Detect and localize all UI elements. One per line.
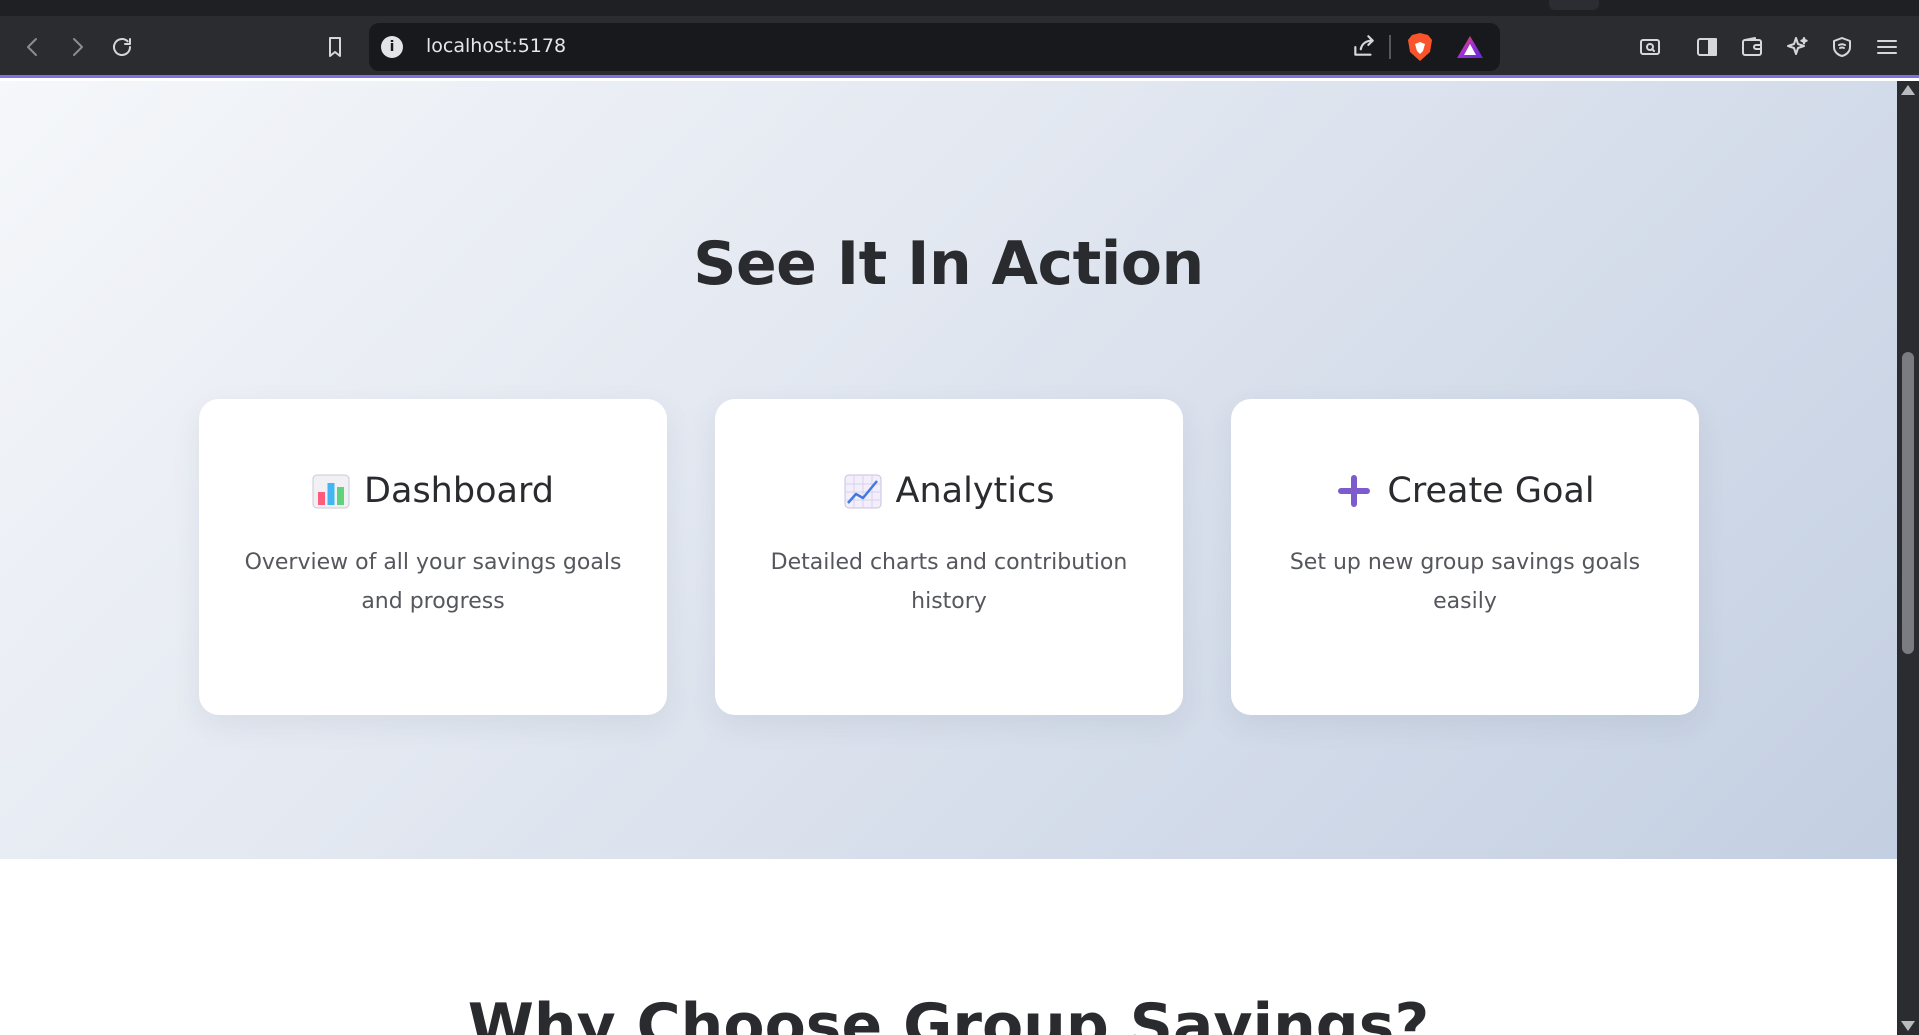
bookmark-icon[interactable] — [316, 28, 354, 66]
card-title: Dashboard — [364, 471, 554, 511]
share-icon[interactable] — [1351, 33, 1379, 61]
tab-strip — [0, 0, 1919, 16]
reader-mode-icon[interactable] — [1631, 28, 1669, 66]
why-choose-section-title: Why Choose Group Savings? — [467, 991, 1430, 1035]
bar-chart-emoji-icon — [312, 472, 350, 510]
forward-icon[interactable] — [58, 28, 96, 66]
card-heading: Dashboard — [199, 471, 667, 511]
scroll-down-arrow-icon[interactable] — [1901, 1021, 1915, 1031]
tab[interactable] — [1549, 0, 1599, 10]
back-icon[interactable] — [14, 28, 52, 66]
card-title: Analytics — [895, 471, 1055, 511]
brave-rewards-icon[interactable] — [1456, 34, 1484, 60]
scroll-up-arrow-icon[interactable] — [1901, 85, 1915, 95]
site-info-icon[interactable]: i — [381, 36, 403, 58]
page-viewport: See It In Action Dashboard Overview of a… — [0, 81, 1897, 1035]
card-title: Create Goal — [1387, 471, 1595, 511]
reload-icon[interactable] — [103, 28, 141, 66]
card-description: Detailed charts and contribution history — [770, 550, 1128, 614]
divider — [1389, 35, 1391, 59]
page-scrollbar[interactable] — [1897, 81, 1919, 1035]
card-heading: Create Goal — [1231, 471, 1699, 511]
card-description: Set up new group savings goals easily — [1289, 550, 1641, 614]
line-chart-emoji-icon — [844, 472, 882, 510]
scroll-thumb[interactable] — [1902, 352, 1914, 654]
analytics-card: Analytics Detailed charts and contributi… — [715, 399, 1183, 715]
card-heading: Analytics — [715, 471, 1183, 511]
wallet-icon[interactable] — [1733, 28, 1771, 66]
create-goal-card: Create Goal Set up new group savings goa… — [1231, 399, 1699, 715]
brave-shields-icon[interactable] — [1406, 32, 1434, 62]
plus-emoji-icon — [1335, 472, 1373, 510]
menu-icon[interactable] — [1868, 28, 1906, 66]
vpn-icon[interactable] — [1823, 28, 1861, 66]
address-bar[interactable]: i localhost:5178 — [369, 23, 1500, 71]
browser-toolbar: i localhost:5178 — [0, 16, 1919, 78]
sidebar-icon[interactable] — [1688, 28, 1726, 66]
card-description: Overview of all your savings goals and p… — [244, 550, 622, 614]
url-text[interactable]: localhost:5178 — [426, 35, 566, 57]
see-it-in-action-section: See It In Action Dashboard Overview of a… — [0, 81, 1897, 859]
leo-ai-icon[interactable] — [1778, 28, 1816, 66]
section-title: See It In Action — [693, 229, 1204, 299]
dashboard-card: Dashboard Overview of all your savings g… — [199, 399, 667, 715]
